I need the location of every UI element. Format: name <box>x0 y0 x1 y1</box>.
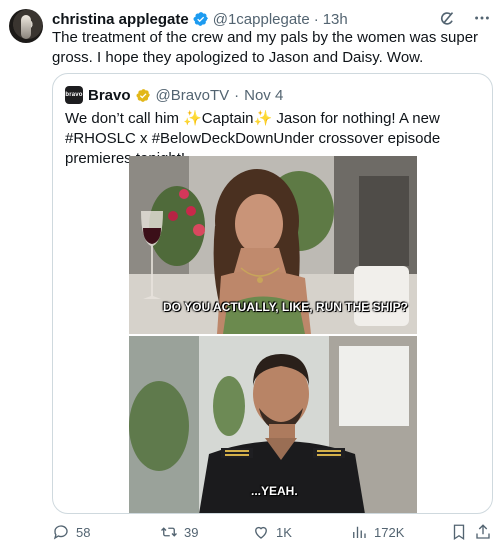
quoted-author-handle: @BravoTV <box>155 86 230 104</box>
quoted-date: Nov 4 <box>244 86 284 104</box>
hashtag-rhoslc[interactable]: #RHOSLC <box>65 130 136 147</box>
author-name[interactable]: christina applegate <box>52 11 189 28</box>
reply-button[interactable]: 58 <box>52 522 90 542</box>
views-chart-icon <box>353 526 366 538</box>
share-button[interactable] <box>474 522 492 542</box>
reply-icon <box>53 525 68 540</box>
bravo-avatar: bravo <box>65 86 83 104</box>
sparkle-icon: ✨ <box>253 110 273 127</box>
action-bar: 58 39 1K 172K <box>52 522 492 542</box>
quoted-text-part2: Jason for nothing! A new <box>272 110 440 127</box>
quoted-header: bravo Bravo @BravoTV · Nov 4 <box>65 86 283 104</box>
retweet-icon <box>161 527 177 537</box>
media-frame-woman: DO YOU ACTUALLY, LIKE, RUN THE SHIP? <box>129 156 417 334</box>
sparkle-icon: ✨ <box>183 110 202 127</box>
bravo-avatar-text: bravo <box>65 92 83 98</box>
heart-icon <box>255 526 267 539</box>
reply-count: 58 <box>76 524 91 540</box>
like-button[interactable]: 1K <box>252 522 292 542</box>
like-count: 1K <box>276 524 292 540</box>
tweet-time[interactable]: 13h <box>323 11 348 28</box>
hashtag-belowdeckdownunder[interactable]: #BelowDeckDownUnder <box>152 130 315 147</box>
quoted-text-part1: We don’t call him <box>65 110 184 127</box>
quoted-author-name: Bravo <box>88 86 131 104</box>
quoted-separator-dot: · <box>234 86 240 104</box>
quoted-media[interactable]: DO YOU ACTUALLY, LIKE, RUN THE SHIP? ...… <box>129 156 417 513</box>
author-handle[interactable]: @1capplegate <box>213 11 310 28</box>
top-right-icons <box>438 8 492 28</box>
author-avatar[interactable] <box>9 9 43 43</box>
bookmark-button[interactable] <box>450 522 468 542</box>
subtitle-1: DO YOU ACTUALLY, LIKE, RUN THE SHIP? <box>163 300 408 314</box>
quoted-text-part3: x <box>135 130 152 147</box>
media-frame-captain: ...YEAH. <box>129 336 417 513</box>
grok-icon[interactable] <box>438 8 458 28</box>
verified-badge-icon <box>193 12 208 26</box>
separator-dot: · <box>313 10 319 28</box>
retweet-count: 39 <box>184 524 199 540</box>
tweet-text: The treatment of the crew and my pals by… <box>52 29 479 66</box>
subtitle-2: ...YEAH. <box>251 484 298 498</box>
more-icon[interactable] <box>472 8 492 28</box>
verified-gold-badge-icon <box>136 88 150 102</box>
tweet-header: christina applegate @1capplegate · 13h <box>52 9 348 29</box>
retweet-button[interactable]: 39 <box>160 522 198 542</box>
share-icon <box>476 524 490 539</box>
bookmark-icon <box>453 524 465 541</box>
quoted-text-captain: Captain <box>201 110 254 127</box>
quoted-tweet[interactable]: bravo Bravo @BravoTV · Nov 4 We don’t ca… <box>52 73 493 514</box>
views-count: 172K <box>374 524 405 540</box>
views-button[interactable]: 172K <box>350 522 404 542</box>
